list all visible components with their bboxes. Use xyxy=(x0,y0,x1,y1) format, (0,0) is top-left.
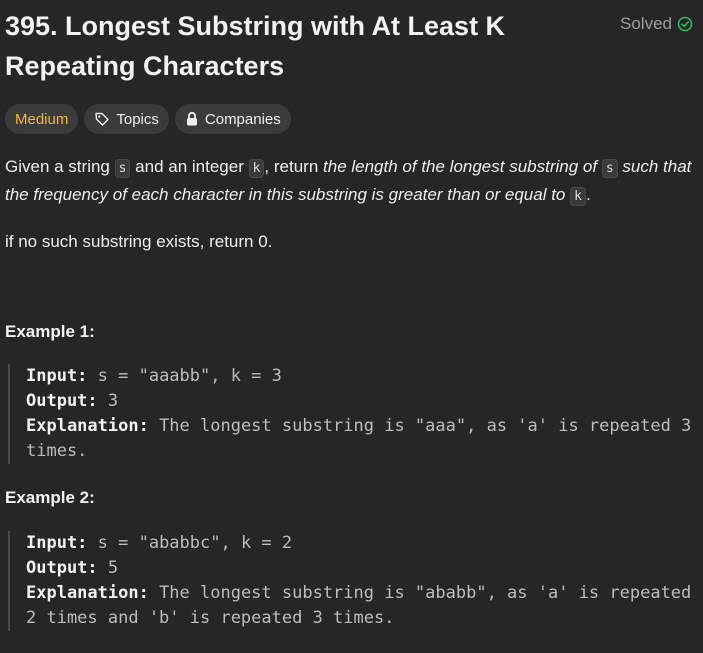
lock-icon xyxy=(185,111,199,127)
explanation-label: Explanation: xyxy=(26,583,149,603)
inline-code-s: s xyxy=(114,159,131,178)
inline-code-k: k xyxy=(248,159,265,178)
example-2-input: Input: s = "ababbc", k = 2 xyxy=(26,531,698,556)
tag-icon xyxy=(94,111,110,127)
output-value: 5 xyxy=(97,558,119,578)
input-label: Input: xyxy=(26,366,88,386)
output-value: 3 xyxy=(97,391,119,411)
input-label: Input: xyxy=(26,533,88,553)
solved-label: Solved xyxy=(620,14,672,33)
problem-title: 395. Longest Substring with At Least K R… xyxy=(5,11,506,81)
problem-description: Given a string s and an integer k, retur… xyxy=(5,154,695,210)
input-value: s = "aaabb", k = 3 xyxy=(87,366,282,386)
example-1-explanation: Explanation: The longest substring is "a… xyxy=(26,414,698,464)
topics-button[interactable]: Topics xyxy=(84,104,169,134)
check-circle-icon xyxy=(677,16,693,32)
explanation-label: Explanation: xyxy=(26,416,149,436)
desc-text: . xyxy=(585,185,591,204)
example-2-block: Input: s = "ababbc", k = 2 Output: 5 Exp… xyxy=(8,531,698,631)
example-2-title: Example 2: xyxy=(5,488,95,507)
output-label: Output: xyxy=(26,558,98,578)
problem-tags: Medium Topics Companies xyxy=(5,104,291,134)
companies-button[interactable]: Companies xyxy=(174,104,291,134)
desc-text: and an integer xyxy=(130,157,249,176)
output-label: Output: xyxy=(26,391,98,411)
inline-code-s: s xyxy=(601,159,618,178)
desc-text: , return xyxy=(264,157,324,176)
example-1-block: Input: s = "aaabb", k = 3 Output: 3 Expl… xyxy=(8,364,698,464)
inline-code-k: k xyxy=(570,187,586,206)
example-2-explanation: Explanation: The longest substring is "a… xyxy=(26,581,698,631)
difficulty-label: Medium xyxy=(15,110,69,128)
example-2-output: Output: 5 xyxy=(26,556,698,581)
solved-status: Solved xyxy=(620,14,693,34)
example-1-input: Input: s = "aaabb", k = 3 xyxy=(26,364,698,389)
desc-text: Given a string xyxy=(5,157,115,176)
problem-note: if no such substring exists, return 0. xyxy=(5,232,273,251)
topics-label: Topics xyxy=(116,110,159,128)
companies-label: Companies xyxy=(204,110,281,128)
difficulty-badge: Medium xyxy=(5,104,79,134)
desc-emphasis: the length of the longest substring of xyxy=(323,157,602,176)
input-value: s = "ababbc", k = 2 xyxy=(87,533,293,553)
example-1-title: Example 1: xyxy=(5,322,95,341)
example-1-output: Output: 3 xyxy=(26,389,698,414)
